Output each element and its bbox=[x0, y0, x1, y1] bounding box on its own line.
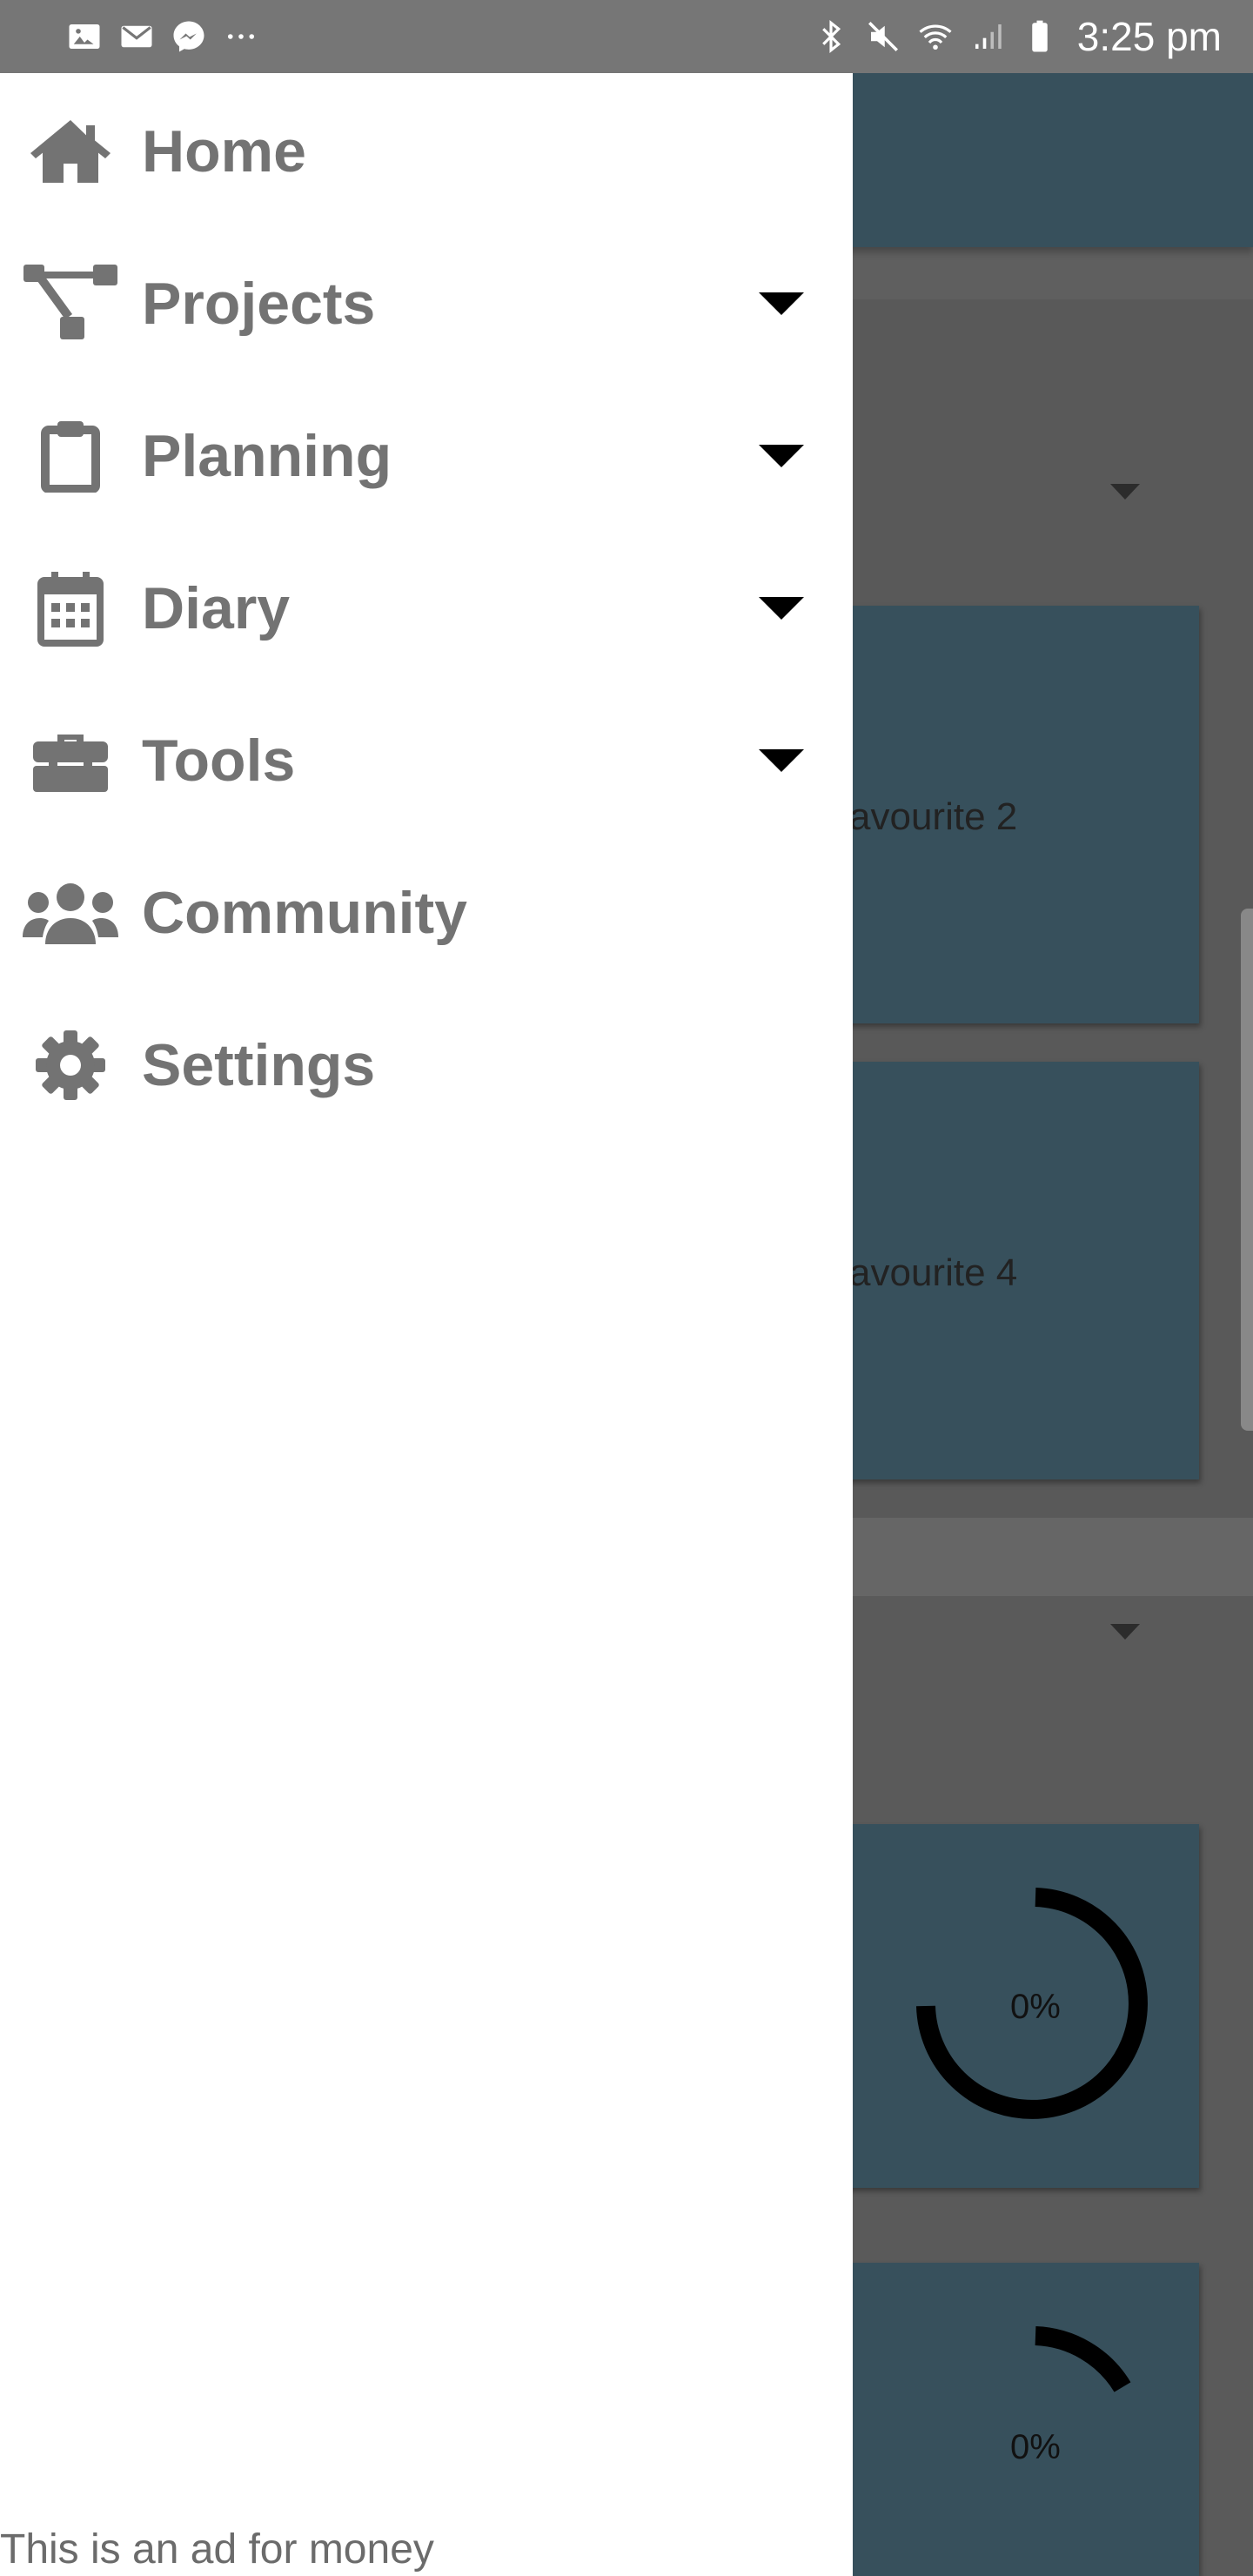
nav-label: Community bbox=[142, 880, 467, 946]
clock: 3:25 pm bbox=[1076, 14, 1222, 59]
nav-label: Projects bbox=[142, 271, 376, 337]
progress-ring bbox=[916, 1888, 1148, 2119]
status-bar: 3:25 pm bbox=[0, 0, 1253, 73]
progress-card[interactable]: 0% bbox=[818, 1824, 1199, 2188]
navigation-drawer: Home Projects Planning Diary Tools Commu bbox=[0, 73, 853, 2576]
nav-label: Planning bbox=[142, 423, 392, 489]
progress-ring bbox=[1035, 2326, 1131, 2392]
chevron-down-icon[interactable] bbox=[759, 445, 804, 467]
gear-icon bbox=[23, 1022, 118, 1109]
nav-label: Diary bbox=[142, 575, 291, 641]
progress-value: 0% bbox=[1010, 2428, 1061, 2466]
progress-card[interactable]: 0% bbox=[818, 2263, 1199, 2576]
nav-item-community[interactable]: Community bbox=[0, 848, 853, 978]
nav-label: Tools bbox=[142, 728, 296, 794]
scrollbar[interactable] bbox=[1241, 909, 1253, 1431]
signal-icon bbox=[975, 24, 1002, 49]
nav-label: Settings bbox=[142, 1032, 376, 1098]
card-label: avourite 4 bbox=[849, 1251, 1018, 1294]
wifi-icon bbox=[919, 24, 952, 50]
ad-banner[interactable]: This is an ad for money bbox=[0, 2524, 434, 2576]
messenger-icon bbox=[173, 21, 204, 52]
nav-item-settings[interactable]: Settings bbox=[0, 1000, 853, 1130]
clipboard-icon bbox=[23, 413, 118, 500]
home-icon bbox=[23, 108, 118, 195]
chevron-down-icon[interactable] bbox=[759, 597, 804, 620]
progress-value: 0% bbox=[1010, 1988, 1061, 2026]
mute-icon bbox=[868, 22, 898, 51]
card-label: avourite 2 bbox=[849, 795, 1018, 838]
favourite-card[interactable]: avourite 2 bbox=[818, 606, 1199, 1023]
chevron-down-icon[interactable] bbox=[759, 749, 804, 772]
battery-icon bbox=[1032, 20, 1048, 52]
more-dots-icon bbox=[227, 34, 255, 39]
nav-label: Home bbox=[142, 118, 306, 184]
toolbox-icon bbox=[23, 717, 118, 804]
nav-item-projects[interactable]: Projects bbox=[0, 238, 853, 369]
nav-item-tools[interactable]: Tools bbox=[0, 695, 853, 826]
chevron-down-icon bbox=[1110, 484, 1140, 500]
nav-item-planning[interactable]: Planning bbox=[0, 391, 853, 521]
bluetooth-icon bbox=[821, 19, 841, 54]
calendar-icon bbox=[23, 565, 118, 652]
nav-item-diary[interactable]: Diary bbox=[0, 543, 853, 674]
users-icon bbox=[23, 869, 118, 956]
system-icons: 3:25 pm bbox=[813, 14, 1222, 59]
chevron-down-icon[interactable] bbox=[759, 292, 804, 315]
nav-item-home[interactable]: Home bbox=[0, 86, 853, 217]
notification-icons bbox=[66, 16, 259, 57]
favourite-card[interactable]: avourite 4 bbox=[818, 1062, 1199, 1479]
sitemap-icon bbox=[23, 260, 118, 347]
mail-icon bbox=[121, 25, 152, 48]
chevron-down-icon bbox=[1110, 1624, 1140, 1640]
image-icon bbox=[69, 24, 100, 49]
